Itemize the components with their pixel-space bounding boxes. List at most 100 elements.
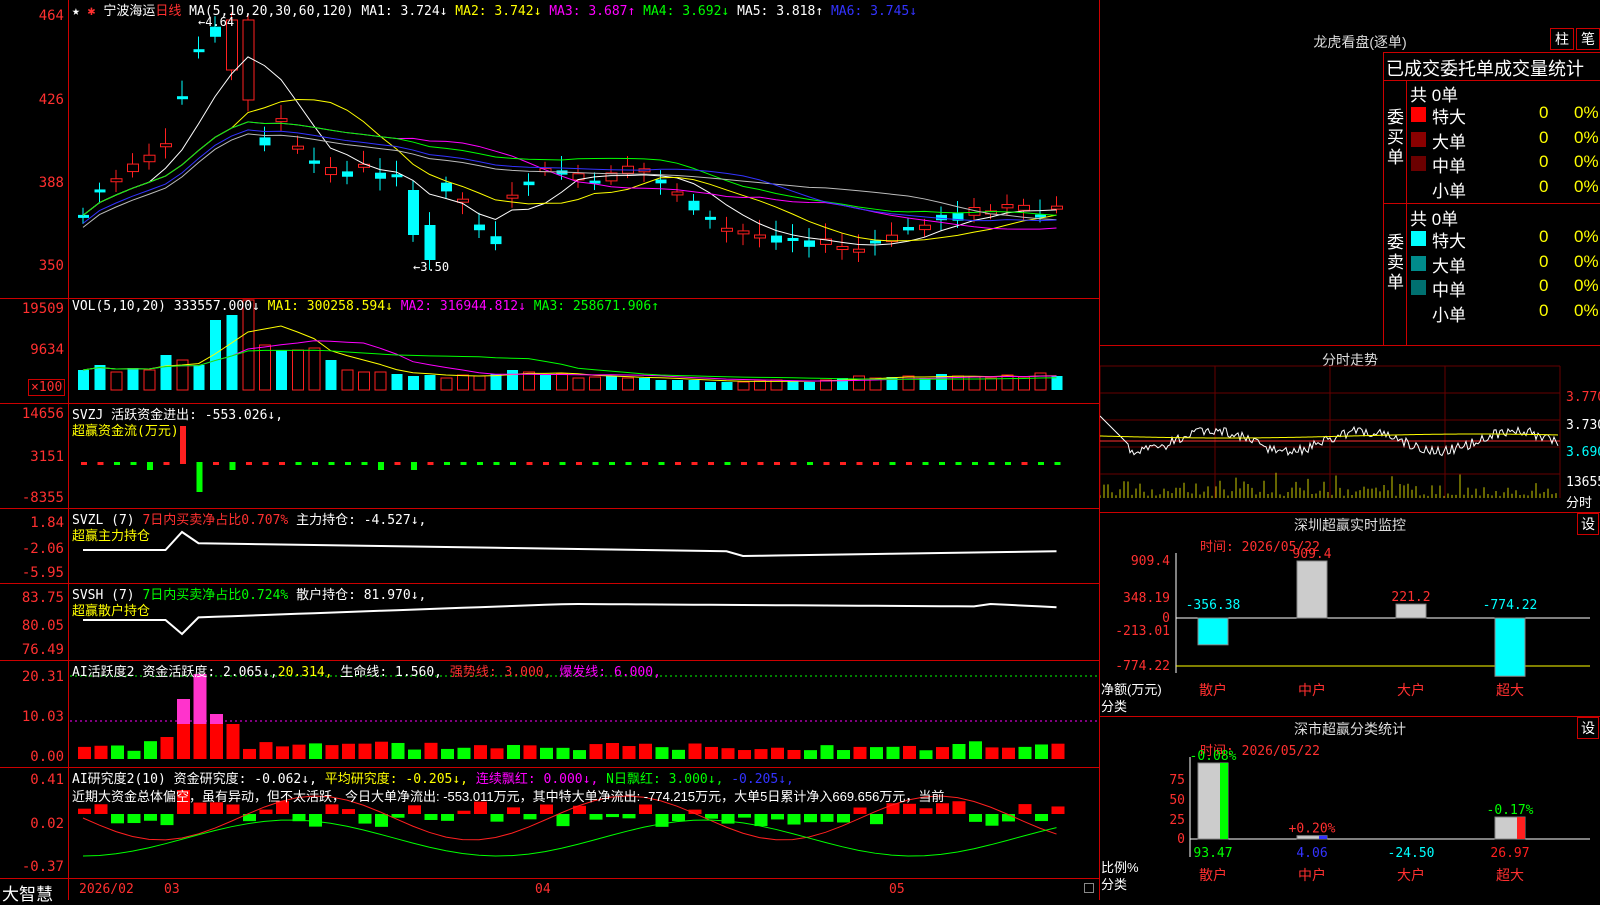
- volume-bar: [606, 376, 617, 390]
- order-type-label: 特大: [1432, 108, 1466, 127]
- ai-active-pane[interactable]: AI活跃度2 资金活跃度: 2.065↓,20.314, 生命线: 1.560,…: [0, 661, 1099, 768]
- candle-body: [804, 240, 815, 247]
- order-count: 0: [1539, 152, 1549, 171]
- volume-pane[interactable]: VOL(5,10,20) 333557.000↓ MA1: 300258.594…: [0, 299, 1099, 404]
- activity-bar: [837, 750, 850, 759]
- research-bar: [408, 805, 421, 814]
- sz-bar: [1494, 617, 1526, 677]
- ai-burst-line: 爆发线: 6.000,: [559, 665, 661, 680]
- order-type-label: 特大: [1432, 232, 1466, 251]
- settings-icon[interactable]: ✱: [88, 4, 96, 19]
- volume-bar: [341, 369, 354, 391]
- candle-body: [325, 167, 337, 176]
- price-pane[interactable]: ★ ✱ 宁波海运日线 MA(5,10,20,30,60,120) MA1: 3.…: [0, 0, 1099, 299]
- activity-bar: [589, 744, 603, 759]
- fund-flow-bar: [592, 462, 599, 465]
- candle-body: [787, 237, 799, 241]
- candle-body: [490, 236, 502, 245]
- candle-body: [441, 182, 452, 192]
- volume-bar: [457, 374, 469, 391]
- stats-box: 已成交委托单成交量统计 委买单 委卖单 共 0单 共 0单 特大 0 0% 大单 0 0%…: [1383, 52, 1600, 345]
- volume-bar: [721, 382, 733, 390]
- sc-bar-delta: -0.17%: [1487, 803, 1534, 818]
- research-bar: [375, 814, 388, 827]
- activity-bar: [985, 747, 999, 759]
- order-count: 0: [1539, 227, 1549, 246]
- ma6-line: [82, 129, 1057, 224]
- research-bar: [787, 814, 801, 825]
- order-count: 0: [1539, 176, 1549, 196]
- svsh-tick: 76.49: [21, 642, 64, 658]
- volume-bar: [143, 369, 156, 391]
- svsh-tick: 80.05: [21, 618, 64, 634]
- research-bar: [1051, 806, 1065, 814]
- candle-body: [721, 227, 733, 232]
- divider: [1406, 80, 1407, 345]
- sz-category: 大户: [1397, 682, 1425, 699]
- volume-bar: [308, 347, 321, 391]
- fund-flow-bar: [163, 462, 170, 465]
- sz-bar-value: -774.22: [1483, 598, 1538, 613]
- ai-research-value: 资金研究度: -0.062↓,: [173, 772, 317, 787]
- research-bar: [540, 804, 553, 814]
- research-bar: [309, 814, 322, 827]
- order-pct: 0%: [1574, 276, 1599, 295]
- research-bar: [358, 814, 372, 824]
- ai-research-pane[interactable]: AI研究度2(10) 资金研究度: -0.062↓, 平均研究度: -0.205…: [0, 768, 1099, 879]
- sz-tick: -774.22: [1115, 659, 1170, 674]
- legend-swatch: [1411, 180, 1426, 196]
- sell-label: 委卖单: [1387, 233, 1404, 292]
- order-type-label: 中单: [1432, 157, 1466, 176]
- sz-bar: [1296, 560, 1328, 619]
- fund-flow-bar: [543, 462, 549, 465]
- activity-bar: [226, 724, 240, 759]
- unit-badge[interactable]: ×100: [28, 379, 66, 396]
- activity-bar: [754, 749, 768, 759]
- fund-flow-bar: [493, 462, 500, 465]
- svsh-sub: 超赢散户持仓: [72, 604, 151, 619]
- order-pct: 0%: [1574, 103, 1599, 122]
- intraday-panel[interactable]: 分时走势 3.770 3.730 3.690 13655 分时: [1100, 346, 1600, 513]
- pen-mode-button[interactable]: 笔: [1576, 28, 1600, 50]
- intraday-price: 3.730: [1566, 418, 1600, 433]
- candle-body: [870, 240, 881, 244]
- volume-bar: [210, 320, 221, 390]
- fund-flow-bar: [823, 462, 830, 465]
- research-bar: [1035, 814, 1048, 822]
- activity-bar: [325, 745, 339, 759]
- research-bar: [1018, 804, 1032, 814]
- volume-bar: [639, 378, 650, 390]
- research-bar: [259, 809, 273, 814]
- volume-bar: [540, 375, 551, 390]
- activity-bar: [309, 743, 322, 759]
- svzj-pane[interactable]: SVZJ 活跃资金进出: -553.026↓, 超赢资金流(万元) 14656 …: [0, 404, 1099, 509]
- sc-tick: 0: [1177, 832, 1185, 847]
- svzl-tick: -2.06: [21, 541, 64, 557]
- sc-category: 大户: [1397, 867, 1425, 884]
- ai-active-label: AI活跃度2: [72, 665, 135, 680]
- lock-icon[interactable]: [1084, 883, 1094, 893]
- fund-flow-bar: [939, 462, 945, 465]
- candle-body: [94, 189, 106, 193]
- svzl-pane[interactable]: SVZL (7) 7日内买卖净占比0.707% 主力持仓: -4.527↓, 超…: [0, 509, 1099, 584]
- activity-bar: [820, 745, 834, 759]
- bar-mode-button[interactable]: 柱: [1550, 28, 1574, 50]
- ai-active-header: AI活跃度2 资金活跃度: 2.065↓,20.314, 生命线: 1.560,…: [72, 661, 661, 680]
- fund-flow-bar: [378, 462, 384, 470]
- volume-bar: [473, 375, 486, 391]
- svsh-pct: 7日内买卖净占比0.724%: [142, 588, 289, 603]
- order-type-label: 小单: [1432, 305, 1466, 325]
- sc-bar-accent: [1517, 817, 1525, 839]
- volume-bar: [358, 371, 370, 391]
- fund-flow-bar: [724, 462, 731, 465]
- candle-body: [523, 181, 535, 186]
- volume-bar: [622, 377, 634, 391]
- star-icon[interactable]: ★: [72, 4, 80, 19]
- fund-flow-bar: [790, 462, 797, 465]
- fund-flow-bar: [394, 462, 401, 465]
- svsh-pane[interactable]: SVSH (7) 7日内买卖净占比0.724% 散户持仓: 81.970↓, 超…: [0, 584, 1099, 661]
- period-label[interactable]: 日线: [155, 4, 181, 19]
- candle-body: [342, 171, 353, 177]
- fund-flow-bar: [856, 462, 863, 465]
- fund-flow-bar: [97, 462, 104, 465]
